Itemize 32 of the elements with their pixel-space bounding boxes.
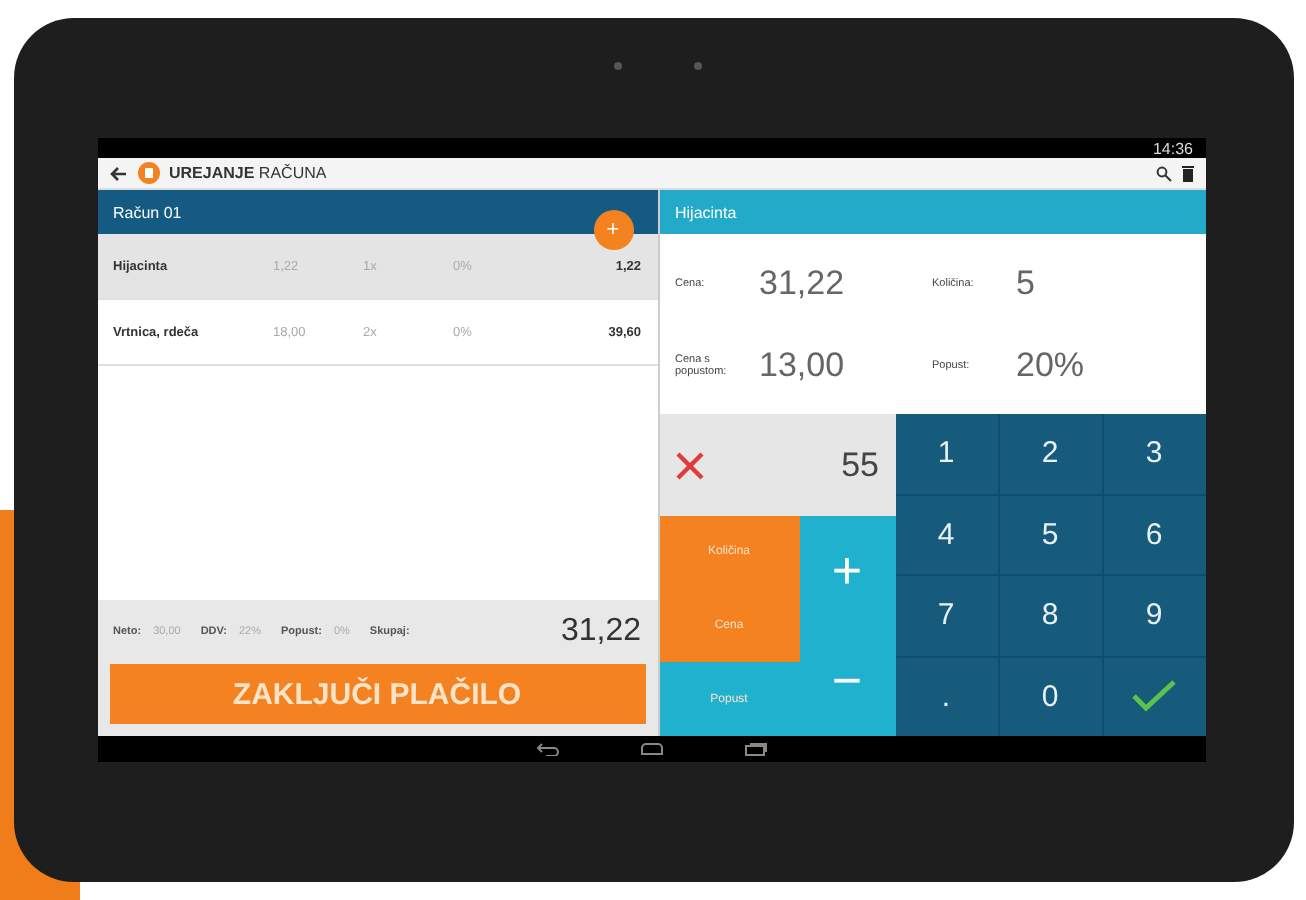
keypad-key[interactable]: 8 <box>999 576 1101 655</box>
keypad-key[interactable]: 5 <box>999 495 1101 574</box>
home-icon[interactable] <box>639 742 663 756</box>
sensor-icon <box>693 62 701 70</box>
keypad-key[interactable]: 0 <box>999 657 1101 736</box>
keypad-key[interactable]: 9 <box>1103 576 1205 655</box>
total-amount: 31,22 <box>560 614 641 650</box>
keypad-key[interactable]: . <box>895 657 997 736</box>
input-value: 55 <box>841 445 879 485</box>
field-value: 5 <box>1016 263 1035 303</box>
camera-icon <box>613 62 621 70</box>
field-value: 31,22 <box>759 263 845 303</box>
back-icon[interactable] <box>109 165 127 181</box>
keypad-key[interactable]: 1 <box>895 414 997 493</box>
keypad-key[interactable]: 2 <box>999 414 1101 493</box>
clock: 14:36 <box>1152 139 1193 157</box>
item-title: Hijacinta <box>675 203 737 221</box>
keypad-key[interactable]: 7 <box>895 576 997 655</box>
search-icon[interactable] <box>1155 165 1171 181</box>
bill-title: Račun 01 <box>113 203 182 221</box>
field-value: 20% <box>1016 345 1085 385</box>
confirm-button[interactable] <box>1103 657 1205 736</box>
keypad-key[interactable]: 3 <box>1103 414 1205 493</box>
keypad-key[interactable]: 4 <box>895 495 997 574</box>
check-icon <box>1132 680 1176 713</box>
field-value: 13,00 <box>759 345 845 385</box>
clear-icon[interactable] <box>675 451 703 479</box>
back-icon[interactable] <box>535 742 559 756</box>
trash-icon[interactable] <box>1181 165 1193 181</box>
screen-title: UREJANJE RAČUNA <box>169 164 327 182</box>
recent-apps-icon[interactable] <box>743 742 767 756</box>
keypad-key[interactable]: 6 <box>1103 495 1205 574</box>
